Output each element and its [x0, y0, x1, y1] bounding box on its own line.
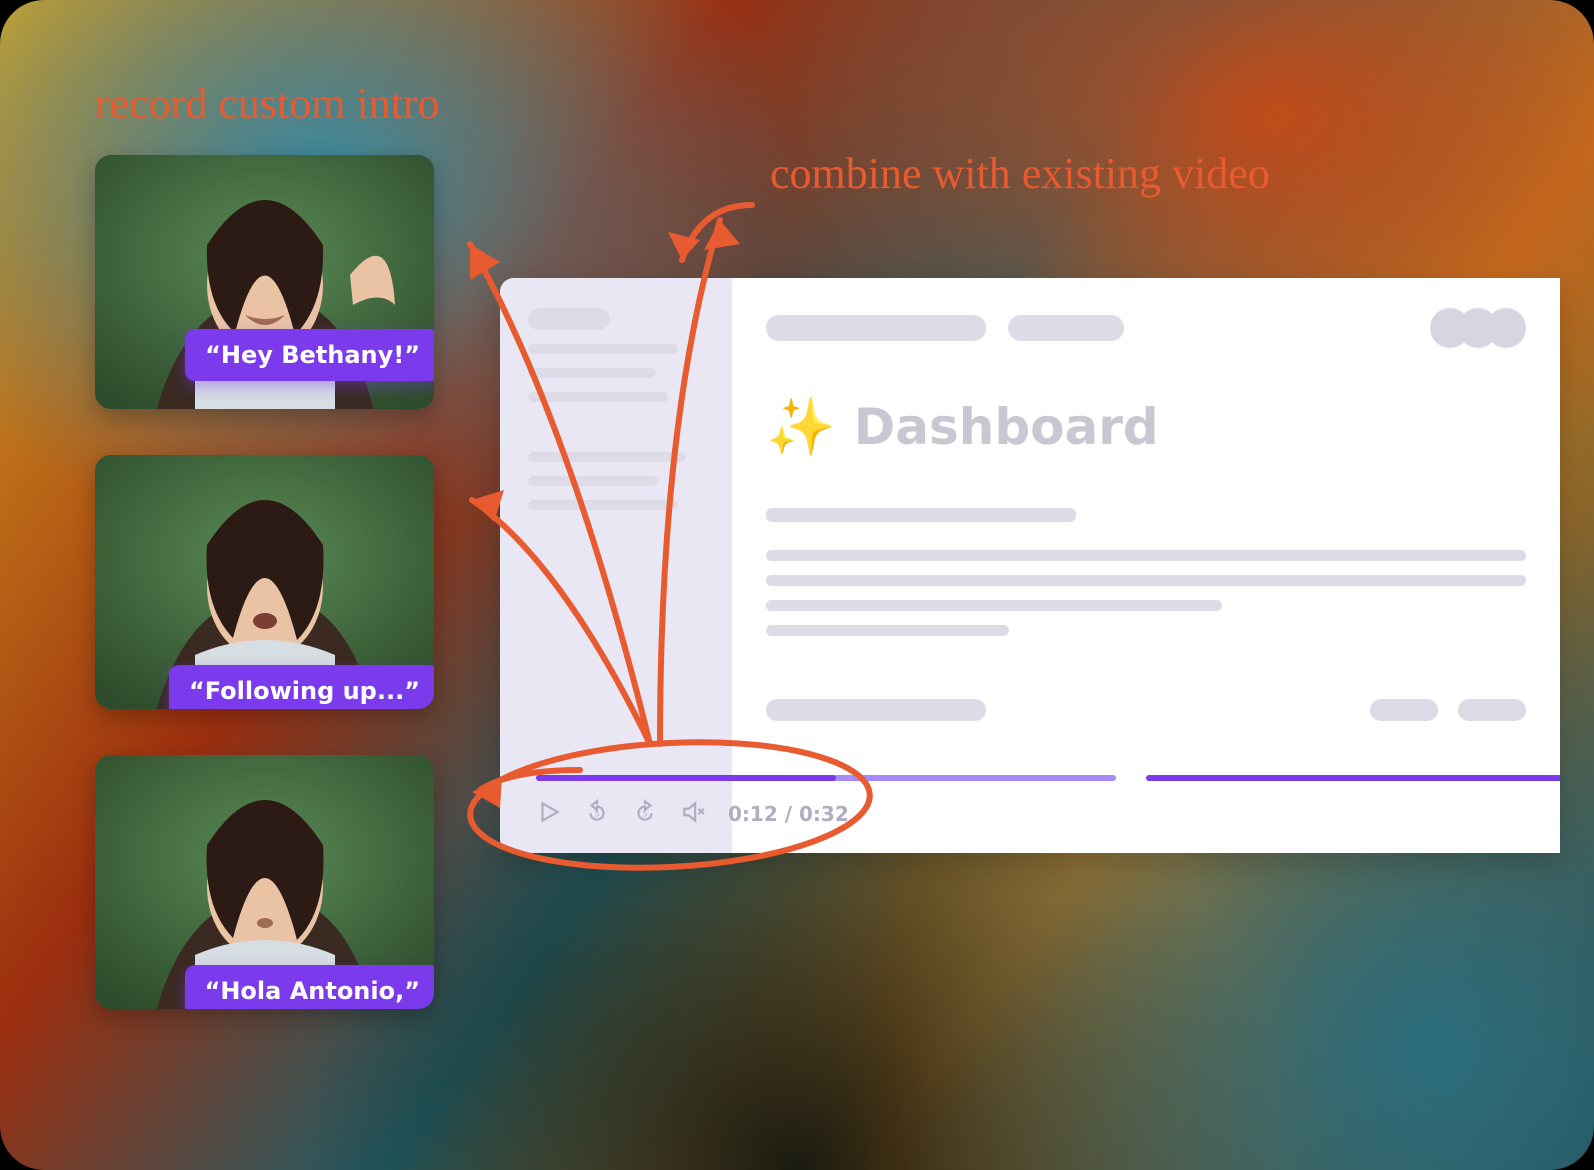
- annotation-record-intro: record custom intro: [95, 80, 440, 128]
- player-main: ✨ Dashboard: [732, 278, 1560, 853]
- video-timecode: 0:12 / 0:32: [728, 802, 849, 826]
- rewind-5-icon[interactable]: 5: [584, 799, 610, 829]
- existing-segment-track[interactable]: [1146, 775, 1560, 781]
- mute-icon[interactable]: [680, 799, 706, 829]
- annotation-combine-video: combine with existing video: [770, 150, 1270, 198]
- forward-5-icon[interactable]: 5: [632, 799, 658, 829]
- svg-text:5: 5: [643, 809, 648, 818]
- intro-caption-1: “Hey Bethany!”: [185, 329, 434, 381]
- dashboard-title-row: ✨ Dashboard: [766, 394, 1526, 460]
- player-controls: 5 5 0:12 / 0:32: [536, 799, 1560, 829]
- play-icon[interactable]: [536, 799, 562, 829]
- content-placeholder: [766, 508, 1526, 636]
- intro-thumbnails: “Hey Bethany!” “Following up...”: [95, 155, 434, 1009]
- intro-caption-3: “Hola Antonio,”: [185, 965, 434, 1009]
- video-progress[interactable]: 5 5 0:12 / 0:32: [536, 775, 1560, 829]
- feature-illustration: record custom intro combine with existin…: [0, 0, 1594, 1170]
- player-sidebar: [500, 278, 732, 853]
- intro-segment-played: [536, 775, 836, 781]
- sparkles-icon: ✨: [766, 394, 836, 460]
- dashboard-title: Dashboard: [854, 398, 1159, 456]
- existing-video-player: ✨ Dashboard: [500, 278, 1560, 853]
- pill-row: [766, 699, 1526, 721]
- player-topbar: [766, 278, 1526, 348]
- intro-caption-2: “Following up...”: [169, 665, 434, 709]
- member-avatars: [1430, 308, 1526, 348]
- svg-text:5: 5: [595, 809, 600, 818]
- intro-thumb-3: “Hola Antonio,”: [95, 755, 434, 1009]
- intro-thumb-2: “Following up...”: [95, 455, 434, 709]
- avatar: [1486, 308, 1526, 348]
- intro-thumb-1: “Hey Bethany!”: [95, 155, 434, 409]
